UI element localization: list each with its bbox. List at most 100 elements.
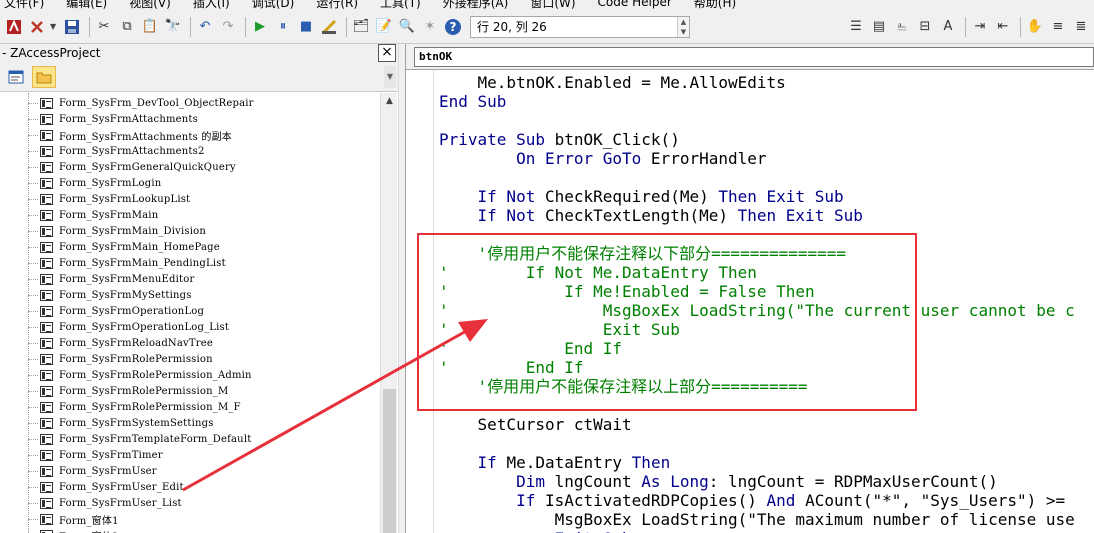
standard-toolbar: ▼ ✂ ⧉ 📋 🔭 ↶ ↷ ▶ ⏸ ■ 🗂 📝 🔍 ✶ ? 行 20, 列 26… xyxy=(0,10,1094,44)
cut-icon[interactable]: ✂ xyxy=(94,17,114,37)
help-icon[interactable]: ? xyxy=(443,17,463,37)
tree-connector xyxy=(28,343,38,344)
tree-item[interactable]: Form_SysFrmReloadNavTree xyxy=(40,335,213,351)
complete-word-icon[interactable]: A xyxy=(938,17,958,37)
scrollbar-thumb[interactable] xyxy=(383,389,396,533)
toolbar-overflow-icon[interactable]: ▼ xyxy=(384,66,396,88)
menu-file[interactable]: 文件(F) xyxy=(4,0,44,11)
save-icon[interactable] xyxy=(62,17,82,37)
code-line[interactable]: End Sub xyxy=(439,92,506,111)
menu-view[interactable]: 视图(V) xyxy=(129,0,171,11)
tree-item[interactable]: Form_SysFrmMain_HomePage xyxy=(40,239,220,255)
outdent-icon[interactable]: ⇤ xyxy=(993,17,1013,37)
tree-item[interactable]: Form_SysFrmTemplateForm_Default xyxy=(40,431,251,447)
code-line[interactable]: If Not CheckRequired(Me) Then Exit Sub xyxy=(439,187,844,206)
toggle-folders-icon[interactable] xyxy=(32,65,56,88)
toolbox-icon[interactable]: ✶ xyxy=(420,17,440,37)
comment-block-icon[interactable]: ≡ xyxy=(1048,17,1068,37)
code-line[interactable]: Me.btnOK.Enabled = Me.AllowEdits xyxy=(439,73,786,92)
tree-item[interactable]: Form_SysFrmUser_Edit xyxy=(40,479,184,495)
code-line[interactable]: Dim lngCount As Long: lngCount = RDPMaxU… xyxy=(439,472,998,491)
quick-info-icon[interactable]: ⎁ xyxy=(892,17,912,37)
menu-edit[interactable]: 编辑(E) xyxy=(66,0,107,11)
panel-splitter[interactable] xyxy=(398,44,406,533)
insert-module-icon[interactable] xyxy=(27,17,47,37)
paste-icon[interactable]: 📋 xyxy=(140,17,160,37)
tree-item[interactable]: Form_SysFrmMain_PendingList xyxy=(40,255,226,271)
tree-item[interactable]: Form_SysFrmMain_Division xyxy=(40,223,206,239)
tree-item[interactable]: Form_SysFrmAttachments 的副本 xyxy=(40,127,232,143)
position-scroll-icon[interactable]: ▲ ▼ xyxy=(677,16,689,37)
code-line[interactable]: MsgBoxEx LoadString("The maximum number … xyxy=(439,510,1075,529)
run-icon[interactable]: ▶ xyxy=(250,17,270,37)
menu-debug[interactable]: 调试(D) xyxy=(252,0,295,11)
tree-connector xyxy=(28,503,38,504)
tree-connector xyxy=(28,471,38,472)
tree-item[interactable]: Form_SysFrmLogin xyxy=(40,175,161,191)
tree-item[interactable]: Form_SysFrmLookupList xyxy=(40,191,190,207)
copy-icon[interactable]: ⧉ xyxy=(117,17,137,37)
redo-icon[interactable]: ↷ xyxy=(218,17,238,37)
form-icon xyxy=(40,417,53,429)
design-mode-icon[interactable] xyxy=(319,17,339,37)
tree-item[interactable]: Form_窗体1 xyxy=(40,511,119,527)
tree-item-label: Form_SysFrmRolePermission_Admin xyxy=(59,369,252,381)
menu-code-helper[interactable]: Code Helper xyxy=(598,0,672,9)
object-browser-icon[interactable]: 🔍 xyxy=(397,17,417,37)
tree-item[interactable]: Form_SysFrmOperationLog_List xyxy=(40,319,229,335)
tree-item[interactable]: Form_SysFrmSystemSettings xyxy=(40,415,214,431)
indent-icon[interactable]: ⇥ xyxy=(970,17,990,37)
tree-connector xyxy=(28,279,38,280)
code-line[interactable]: If Me.DataEntry Then xyxy=(439,453,671,472)
view-code-icon[interactable] xyxy=(4,66,28,88)
uncomment-block-icon[interactable]: ≣ xyxy=(1071,17,1091,37)
list-properties-icon[interactable]: ☰ xyxy=(846,17,866,37)
tree-item[interactable]: Form_SysFrmRolePermission xyxy=(40,351,213,367)
scroll-up-icon[interactable]: ▲ xyxy=(381,93,398,109)
menu-addins[interactable]: 外接程序(A) xyxy=(443,0,509,11)
list-constants-icon[interactable]: ▤ xyxy=(869,17,889,37)
code-line[interactable]: Exit Sub xyxy=(439,529,632,533)
tree-item[interactable]: Form_SysFrmGeneralQuickQuery xyxy=(40,159,236,175)
close-icon[interactable]: × xyxy=(378,44,396,62)
break-icon[interactable]: ⏸ xyxy=(273,17,293,37)
view-access-icon[interactable] xyxy=(4,17,24,37)
code-line[interactable]: On Error GoTo ErrorHandler xyxy=(439,149,766,168)
object-dropdown[interactable]: btnOK xyxy=(414,47,1094,67)
undo-icon[interactable]: ↶ xyxy=(195,17,215,37)
tree-item[interactable]: Form_SysFrmMenuEditor xyxy=(40,271,194,287)
tree-item[interactable]: Form_SysFrmAttachments xyxy=(40,111,198,127)
tree-item[interactable]: Form_SysFrmRolePermission_M xyxy=(40,383,228,399)
parameter-info-icon[interactable]: ⊟ xyxy=(915,17,935,37)
tree-item[interactable]: Form_SysFrmTimer xyxy=(40,447,163,463)
tree-item[interactable]: Form_SysFrmOperationLog xyxy=(40,303,204,319)
properties-icon[interactable]: 📝 xyxy=(374,17,394,37)
tree-item[interactable]: Form_SysFrmMain xyxy=(40,207,158,223)
tree-item[interactable]: Form_SysFrm_DevTool_ObjectRepair xyxy=(40,95,254,111)
menu-run[interactable]: 运行(R) xyxy=(316,0,358,11)
tree-item[interactable]: Form_SysFrmAttachments2 xyxy=(40,143,205,159)
tree-vertical-scrollbar[interactable]: ▲ xyxy=(380,93,397,533)
code-line[interactable]: If Not CheckTextLength(Me) Then Exit Sub xyxy=(439,206,863,225)
project-explorer-title-bar: - ZAccessProject xyxy=(0,44,398,62)
menu-help[interactable]: 帮助(H) xyxy=(694,0,736,11)
tree-item[interactable]: Form_SysFrmUser xyxy=(40,463,157,479)
code-line[interactable]: SetCursor ctWait xyxy=(439,415,632,434)
tree-item-label: Form_SysFrmSystemSettings xyxy=(59,417,214,429)
tree-item[interactable]: Form_SysFrmMySettings xyxy=(40,287,192,303)
toggle-breakpoint-icon[interactable]: ✋ xyxy=(1025,17,1045,37)
menu-tools[interactable]: 工具(T) xyxy=(380,0,421,11)
tree-item-label: Form_SysFrmMenuEditor xyxy=(59,273,195,285)
code-line[interactable]: If IsActivatedRDPCopies() And ACount("*"… xyxy=(439,491,1065,510)
code-line[interactable]: Private Sub btnOK_Click() xyxy=(439,130,680,149)
tree-item[interactable]: Form_SysFrmRolePermission_M_F xyxy=(40,399,241,415)
reset-icon[interactable]: ■ xyxy=(296,17,316,37)
menu-window[interactable]: 窗口(W) xyxy=(530,0,575,11)
tree-item[interactable]: Form_SysFrmUser_List xyxy=(40,495,182,511)
tree-item[interactable]: Form_窗体2 xyxy=(40,527,119,533)
menu-insert[interactable]: 插入(I) xyxy=(193,0,230,11)
tree-item[interactable]: Form_SysFrmRolePermission_Admin xyxy=(40,367,252,383)
find-icon[interactable]: 🔭 xyxy=(163,17,183,37)
chevron-down-icon[interactable]: ▼ xyxy=(50,22,59,31)
project-explorer-icon[interactable]: 🗂 xyxy=(351,17,371,37)
